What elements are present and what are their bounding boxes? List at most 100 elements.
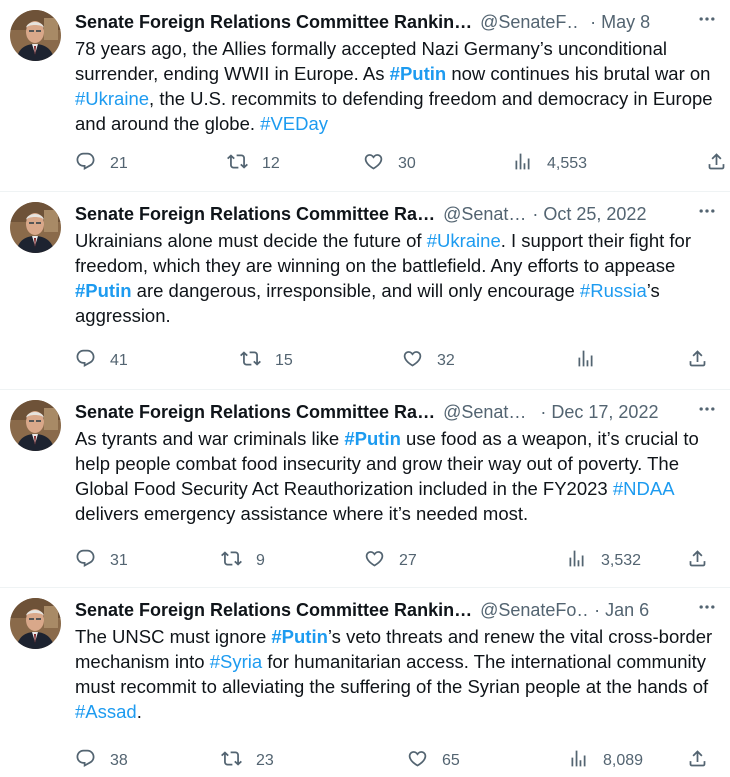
retweets-count: 9: [256, 552, 265, 569]
hashtag-link[interactable]: #Syria: [210, 651, 262, 672]
views-button[interactable]: 3,532: [566, 549, 641, 573]
views-count: 8,089: [603, 752, 644, 769]
hashtag-link[interactable]: #Ukraine: [427, 230, 501, 251]
tweet-actions: 21 12 30 4,553: [75, 152, 725, 176]
replies-count: 38: [110, 752, 128, 769]
more-options-button[interactable]: [694, 202, 720, 226]
hashtag-link[interactable]: #Assad: [75, 701, 137, 722]
hashtag-link[interactable]: #Putin: [271, 626, 328, 647]
like-button[interactable]: 27: [364, 549, 417, 573]
more-options-button[interactable]: [694, 598, 720, 622]
tweet-text-segment: Ukrainians alone must decide the future …: [75, 230, 427, 251]
bar-chart-icon: [566, 548, 587, 574]
views-button[interactable]: [575, 349, 610, 373]
avatar[interactable]: [10, 400, 61, 451]
reply-icon: [75, 151, 96, 177]
likes-count: 32: [437, 352, 455, 369]
author-handle[interactable]: @SenateF…: [480, 10, 578, 34]
share-icon: [687, 348, 708, 374]
retweets-count: 15: [275, 352, 293, 369]
share-icon: [687, 748, 708, 774]
like-button[interactable]: 32: [402, 349, 455, 373]
retweet-icon: [221, 748, 242, 774]
hashtag-link[interactable]: #Putin: [344, 428, 401, 449]
reply-icon: [75, 748, 96, 774]
reply-button[interactable]: 38: [75, 749, 128, 773]
like-button[interactable]: 65: [407, 749, 460, 773]
more-icon: [697, 597, 717, 623]
tweet[interactable]: Senate Foreign Relations Committee Ra… @S…: [0, 390, 730, 588]
bar-chart-icon: [512, 151, 533, 177]
reply-button[interactable]: 31: [75, 549, 128, 573]
hashtag-link[interactable]: #Putin: [75, 280, 132, 301]
hashtag-link[interactable]: #NDAA: [613, 478, 674, 499]
author-handle[interactable]: @Senat…: [443, 400, 526, 424]
tweet[interactable]: Senate Foreign Relations Committee Ranki…: [0, 588, 730, 777]
tweet-header: Senate Foreign Relations Committee Ranki…: [75, 598, 720, 622]
heart-icon: [364, 548, 385, 574]
author-handle[interactable]: @SenateFo…: [480, 598, 590, 622]
tweet-text: The UNSC must ignore #Putin’s veto threa…: [75, 624, 716, 724]
author-name[interactable]: Senate Foreign Relations Committee Ranki…: [75, 598, 472, 622]
author-name[interactable]: Senate Foreign Relations Committee Ranki…: [75, 10, 472, 34]
more-icon: [697, 399, 717, 425]
views-button[interactable]: 4,553: [512, 152, 587, 176]
hashtag-link[interactable]: #VEDay: [260, 113, 328, 134]
author-name[interactable]: Senate Foreign Relations Committee Ra…: [75, 202, 435, 226]
like-button[interactable]: 30: [363, 152, 416, 176]
retweet-icon: [227, 151, 248, 177]
tweet-text: Ukrainians alone must decide the future …: [75, 228, 716, 328]
retweet-icon: [221, 548, 242, 574]
likes-count: 27: [399, 552, 417, 569]
share-button[interactable]: [687, 749, 708, 773]
heart-icon: [363, 151, 384, 177]
reply-icon: [75, 548, 96, 574]
tweet-text-segment: .: [136, 701, 142, 722]
avatar[interactable]: [10, 598, 61, 649]
views-count: 3,532: [601, 552, 642, 569]
hashtag-link[interactable]: #Russia: [580, 280, 647, 301]
hashtag-link[interactable]: #Putin: [390, 63, 447, 84]
reply-button[interactable]: 21: [75, 152, 128, 176]
retweet-button[interactable]: 12: [227, 152, 280, 176]
likes-count: 65: [442, 752, 460, 769]
more-options-button[interactable]: [694, 10, 720, 34]
more-options-button[interactable]: [694, 400, 720, 424]
retweet-button[interactable]: 9: [221, 549, 265, 573]
replies-count: 21: [110, 155, 128, 172]
tweet-actions: 31 9 27 3,532: [75, 549, 716, 573]
retweet-icon: [240, 348, 261, 374]
tweet-text-segment: As tyrants and war criminals like: [75, 428, 345, 449]
retweets-count: 23: [256, 752, 274, 769]
heart-icon: [402, 348, 423, 374]
author-name[interactable]: Senate Foreign Relations Committee Ra…: [75, 400, 435, 424]
views-count: 4,553: [547, 155, 588, 172]
likes-count: 30: [398, 155, 416, 172]
tweet-timestamp[interactable]: · May 8: [590, 10, 650, 34]
more-icon: [697, 201, 717, 227]
tweet-text-segment: delivers emergency assistance where it’s…: [75, 503, 529, 524]
avatar[interactable]: [10, 202, 61, 253]
hashtag-link[interactable]: #Ukraine: [75, 88, 149, 109]
reply-button[interactable]: 41: [75, 349, 128, 373]
tweet-timestamp[interactable]: · Jan 6: [594, 598, 649, 622]
share-button[interactable]: [687, 549, 708, 573]
tweet-header: Senate Foreign Relations Committee Ranki…: [75, 10, 720, 34]
tweet-timestamp[interactable]: · Dec 17, 2022: [540, 400, 658, 424]
tweet-text-segment: The UNSC must ignore: [75, 626, 272, 647]
tweet-text-segment: , the U.S. recommits to defending freedo…: [75, 88, 713, 134]
views-button[interactable]: 8,089: [568, 749, 643, 773]
share-button[interactable]: [687, 349, 708, 373]
tweet[interactable]: Senate Foreign Relations Committee Ra… @S…: [0, 192, 730, 390]
author-handle[interactable]: @Senat…: [443, 202, 526, 226]
share-button[interactable]: [706, 152, 727, 176]
tweet-text: As tyrants and war criminals like #Putin…: [75, 426, 716, 526]
retweet-button[interactable]: 23: [221, 749, 274, 773]
tweet[interactable]: Senate Foreign Relations Committee Ranki…: [0, 0, 730, 192]
tweet-timestamp[interactable]: · Oct 25, 2022: [532, 202, 646, 226]
tweet-feed: Senate Foreign Relations Committee Ranki…: [0, 0, 730, 777]
avatar[interactable]: [10, 10, 61, 61]
retweet-button[interactable]: 15: [240, 349, 293, 373]
tweet-text-segment: now continues his brutal war on: [446, 63, 711, 84]
tweet-header: Senate Foreign Relations Committee Ra… @S…: [75, 202, 720, 226]
